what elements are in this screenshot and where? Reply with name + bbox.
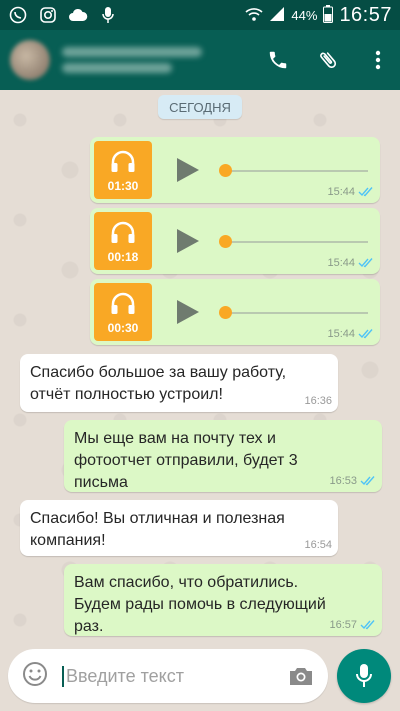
- outgoing-message[interactable]: Вам спасибо, что обратились. Будем рады …: [64, 564, 382, 636]
- battery-percent: 44%: [291, 7, 318, 23]
- clock: 16:57: [339, 3, 392, 26]
- message-line: Будем рады помочь в следующий: [74, 596, 326, 613]
- voice-message[interactable]: 00:30 15:44: [90, 279, 380, 345]
- message-line: Вам спасибо, что обратились.: [74, 574, 299, 591]
- voice-thumbnail: 00:18: [94, 212, 152, 270]
- cloud-icon: [68, 5, 88, 25]
- message-line: письма: [74, 474, 128, 491]
- message-line: фотоотчет отправили, будет 3: [74, 452, 298, 469]
- date-label: СЕГОДНЯ: [158, 95, 242, 119]
- play-icon[interactable]: [176, 157, 200, 183]
- message-time: 16:57: [329, 619, 357, 631]
- wifi-icon: [245, 6, 263, 25]
- message-line: отчёт полностью устроил!: [30, 386, 223, 403]
- contact-info-redacted[interactable]: [62, 47, 202, 73]
- message-time: 16:53: [329, 475, 357, 487]
- message-line: раз.: [74, 618, 104, 635]
- call-icon[interactable]: [266, 48, 290, 72]
- instagram-icon: [38, 5, 58, 25]
- voice-progress-track[interactable]: [224, 312, 368, 314]
- voice-message[interactable]: 00:18 15:44: [90, 208, 380, 274]
- more-menu-icon[interactable]: [366, 48, 390, 72]
- voice-progress-track[interactable]: [224, 241, 368, 243]
- message-time: 16:36: [304, 395, 332, 407]
- status-bar: 44% 16:57: [0, 0, 400, 30]
- headphones-icon: [111, 292, 135, 314]
- message-time: 15:44: [327, 328, 355, 340]
- incoming-message[interactable]: Спасибо! Вы отличная и полезная компания…: [20, 500, 338, 556]
- message-line: Спасибо большое за вашу работу,: [30, 364, 287, 381]
- read-ticks-icon: [360, 476, 376, 486]
- whatsapp-icon: [8, 5, 28, 25]
- message-line: Мы еще вам на почту тех и: [74, 430, 276, 447]
- incoming-message[interactable]: Спасибо большое за вашу работу, отчёт по…: [20, 354, 338, 412]
- voice-duration: 00:30: [107, 321, 139, 335]
- message-line: Спасибо! Вы отличная и полезная: [30, 510, 285, 527]
- voice-thumbnail: 00:30: [94, 283, 152, 341]
- emoji-icon[interactable]: [22, 661, 48, 692]
- read-ticks-icon: [360, 620, 376, 630]
- voice-duration: 01:30: [107, 179, 139, 193]
- voice-record-button[interactable]: [337, 649, 391, 703]
- message-input[interactable]: [62, 665, 272, 687]
- camera-icon[interactable]: [288, 665, 314, 687]
- message-composer: [8, 649, 328, 703]
- voice-progress-handle[interactable]: [219, 306, 232, 319]
- play-icon[interactable]: [176, 228, 200, 254]
- outgoing-message[interactable]: Мы еще вам на почту тех и фотоотчет отпр…: [64, 420, 382, 492]
- voice-thumbnail: 01:30: [94, 141, 152, 199]
- voice-progress-handle[interactable]: [219, 164, 232, 177]
- signal-icon: [269, 6, 285, 25]
- message-time: 15:44: [327, 186, 355, 198]
- message-time: 16:54: [304, 539, 332, 551]
- message-line: компания!: [30, 532, 106, 549]
- headphones-icon: [111, 221, 135, 243]
- chat-header: [0, 30, 400, 90]
- voice-progress-handle[interactable]: [219, 235, 232, 248]
- play-icon[interactable]: [176, 299, 200, 325]
- voice-duration: 00:18: [107, 250, 139, 264]
- read-ticks-icon: [358, 329, 374, 339]
- mic-icon: [356, 664, 372, 687]
- voice-message[interactable]: 01:30 15:44: [90, 137, 380, 203]
- avatar[interactable]: [10, 40, 50, 80]
- voice-progress-track[interactable]: [224, 170, 368, 172]
- read-ticks-icon: [358, 258, 374, 268]
- read-ticks-icon: [358, 187, 374, 197]
- battery-icon: [323, 4, 334, 26]
- attach-icon[interactable]: [316, 48, 340, 72]
- mic-notification-icon: [98, 5, 118, 25]
- message-time: 15:44: [327, 257, 355, 269]
- chat-area[interactable]: СЕГОДНЯ 01:30 15:44 00:18 15:44 00:30 15…: [0, 90, 400, 640]
- headphones-icon: [111, 150, 135, 172]
